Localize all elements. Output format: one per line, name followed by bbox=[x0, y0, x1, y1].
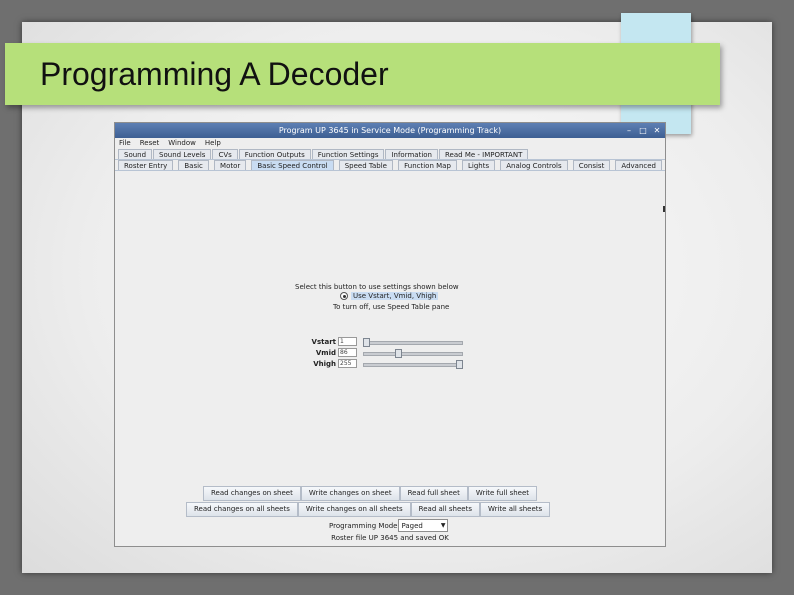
vstart-row: Vstart 1 bbox=[305, 337, 463, 347]
write-full-sheet-button[interactable]: Write full sheet bbox=[467, 486, 538, 501]
sheet-button-row: Read changes on sheet Write changes on s… bbox=[203, 486, 538, 501]
vmid-slider-thumb[interactable] bbox=[394, 348, 402, 358]
vhigh-field[interactable]: 255 bbox=[338, 359, 357, 368]
tab-roster-entry[interactable]: Roster Entry bbox=[118, 160, 174, 170]
speed-control-pane: Select this button to use settings shown… bbox=[115, 171, 665, 494]
vmid-slider[interactable] bbox=[363, 348, 463, 358]
tab-information[interactable]: Information bbox=[385, 149, 438, 159]
write-changes-all-button[interactable]: Write changes on all sheets bbox=[297, 502, 411, 517]
vhigh-label: Vhigh bbox=[313, 359, 336, 368]
slide-title: Programming A Decoder bbox=[40, 56, 389, 92]
write-changes-sheet-button[interactable]: Write changes on sheet bbox=[300, 486, 400, 501]
vstart-slider-thumb[interactable] bbox=[363, 337, 370, 347]
status-bar: Roster file UP 3645 and saved OK bbox=[331, 534, 449, 542]
programming-mode-select[interactable]: Paged ▼ bbox=[398, 519, 449, 532]
programming-mode-value: Paged bbox=[401, 521, 423, 530]
decoder-pro-window: Program UP 3645 in Service Mode (Program… bbox=[114, 122, 666, 547]
write-all-sheets-button[interactable]: Write all sheets bbox=[479, 502, 551, 517]
tab-cvs[interactable]: CVs bbox=[212, 149, 238, 159]
vstart-label: Vstart bbox=[311, 337, 336, 346]
slider-track bbox=[363, 351, 463, 356]
tab-consist[interactable]: Consist bbox=[572, 160, 611, 170]
menu-window[interactable]: Window bbox=[168, 138, 196, 149]
tab-basic-speed-control[interactable]: Basic Speed Control bbox=[251, 160, 334, 170]
all-sheets-button-row: Read changes on all sheets Write changes… bbox=[186, 502, 551, 517]
slider-track bbox=[363, 362, 463, 367]
window-controls: – □ ✕ bbox=[625, 123, 661, 138]
tab-row-2: Roster Entry Basic Motor Basic Speed Con… bbox=[115, 160, 665, 171]
slider-track bbox=[363, 340, 463, 345]
menu-help[interactable]: Help bbox=[205, 138, 221, 149]
chevron-down-icon: ▼ bbox=[440, 522, 446, 529]
radio-label: Use Vstart, Vmid, Vhigh bbox=[351, 292, 439, 300]
tab-sound[interactable]: Sound bbox=[118, 149, 153, 159]
vmid-row: Vmid 86 bbox=[305, 348, 463, 358]
tab-sound-levels[interactable]: Sound Levels bbox=[153, 149, 212, 159]
vstart-slider[interactable] bbox=[363, 337, 463, 347]
select-instruction: Select this button to use settings shown… bbox=[295, 283, 459, 291]
programming-mode-row: Programming Mode Paged ▼ bbox=[329, 519, 449, 532]
tab-basic[interactable]: Basic bbox=[178, 160, 209, 170]
menu-file[interactable]: File bbox=[119, 138, 131, 149]
tab-read-me[interactable]: Read Me - IMPORTANT bbox=[439, 149, 529, 159]
window-titlebar[interactable]: Program UP 3645 in Service Mode (Program… bbox=[115, 123, 665, 138]
window-edge-mark bbox=[663, 206, 665, 212]
read-all-sheets-button[interactable]: Read all sheets bbox=[410, 502, 480, 517]
turn-off-hint: To turn off, use Speed Table pane bbox=[333, 303, 450, 311]
tab-lights[interactable]: Lights bbox=[462, 160, 496, 170]
use-vstart-radio[interactable]: Use Vstart, Vmid, Vhigh bbox=[340, 292, 439, 300]
tab-speed-table[interactable]: Speed Table bbox=[338, 160, 393, 170]
tab-motor[interactable]: Motor bbox=[214, 160, 247, 170]
close-icon[interactable]: ✕ bbox=[653, 123, 661, 138]
vmid-label: Vmid bbox=[315, 348, 336, 357]
vmid-field[interactable]: 86 bbox=[338, 348, 357, 357]
read-changes-sheet-button[interactable]: Read changes on sheet bbox=[203, 486, 301, 501]
tab-row-1: Sound Sound Levels CVs Function Outputs … bbox=[115, 149, 665, 160]
menu-reset[interactable]: Reset bbox=[140, 138, 160, 149]
vhigh-slider-thumb[interactable] bbox=[456, 359, 463, 369]
minimize-icon[interactable]: – bbox=[625, 123, 633, 138]
tab-analog-controls[interactable]: Analog Controls bbox=[500, 160, 568, 170]
window-title: Program UP 3645 in Service Mode (Program… bbox=[278, 126, 502, 135]
tab-function-outputs[interactable]: Function Outputs bbox=[238, 149, 311, 159]
read-changes-all-button[interactable]: Read changes on all sheets bbox=[186, 502, 298, 517]
vhigh-slider[interactable] bbox=[363, 359, 463, 369]
maximize-icon[interactable]: □ bbox=[639, 123, 647, 138]
menu-bar: File Reset Window Help bbox=[115, 138, 665, 149]
tab-function-settings[interactable]: Function Settings bbox=[311, 149, 385, 159]
tab-function-map[interactable]: Function Map bbox=[398, 160, 457, 170]
read-full-sheet-button[interactable]: Read full sheet bbox=[399, 486, 468, 501]
programming-mode-label: Programming Mode bbox=[329, 521, 398, 530]
vstart-field[interactable]: 1 bbox=[338, 337, 357, 346]
vhigh-row: Vhigh 255 bbox=[305, 359, 463, 369]
radio-selected-icon[interactable] bbox=[340, 292, 348, 300]
tab-advanced[interactable]: Advanced bbox=[615, 160, 662, 170]
